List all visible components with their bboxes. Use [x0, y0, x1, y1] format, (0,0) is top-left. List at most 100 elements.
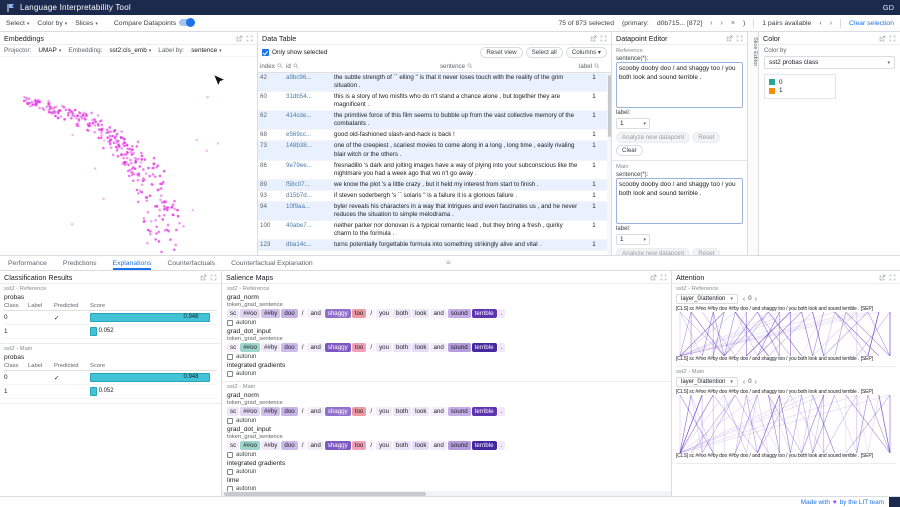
table-row[interactable]: 89 f58c07... we know the plot 's a littl…	[258, 180, 611, 191]
token-chip[interactable]: terrible	[472, 309, 497, 318]
reset-button[interactable]: Reset	[692, 132, 720, 143]
label-select[interactable]: 1▾	[616, 118, 650, 129]
prev-datapoint-icon[interactable]: ‹	[710, 20, 712, 27]
token-chip[interactable]: sound	[448, 309, 471, 318]
token-chip[interactable]: ##by	[261, 343, 280, 352]
drag-handle-icon[interactable]: ≡	[446, 258, 451, 267]
collapsed-module-tab[interactable]: Slice Editor	[748, 32, 759, 255]
scrollbar-thumb[interactable]	[608, 75, 611, 137]
maximize-icon[interactable]	[660, 274, 667, 281]
token-chip[interactable]: ##oo	[240, 441, 260, 450]
token-chip[interactable]: too	[352, 441, 367, 450]
next-pair-icon[interactable]: ›	[830, 20, 832, 27]
token-chip[interactable]: /	[299, 309, 307, 318]
token-chip[interactable]: look	[412, 343, 429, 352]
embedding-scatter-plot[interactable]	[0, 57, 257, 255]
token-chip[interactable]: and	[430, 407, 446, 416]
analyze-new-datapoint-button[interactable]: Analyze new datapoint	[616, 132, 690, 143]
maximize-icon[interactable]	[246, 35, 253, 42]
token-chip[interactable]: sound	[448, 407, 471, 416]
token-chip[interactable]: and	[307, 343, 323, 352]
primary-datapoint-id[interactable]: d0b715... [872]	[657, 20, 702, 27]
autorun-checkbox[interactable]: autorun	[227, 320, 666, 326]
token-chip[interactable]: doo	[281, 343, 297, 352]
token-chip[interactable]: both	[393, 309, 411, 318]
table-row[interactable]: 42 a9bc96... the subtle strength of `` e…	[258, 73, 611, 92]
token-chip[interactable]: ##by	[261, 407, 280, 416]
sentence-textarea[interactable]: scooby dooby doo / and shaggy too / you …	[616, 62, 743, 108]
token-chip[interactable]: doo	[281, 441, 297, 450]
token-chip[interactable]: shaggy	[325, 309, 351, 318]
token-chip[interactable]: and	[430, 309, 446, 318]
maximize-icon[interactable]	[736, 35, 743, 42]
table-row[interactable]: 93 d15b7d... if steven soderbergh 's `` …	[258, 191, 611, 202]
head-index-stepper[interactable]: ‹0›	[743, 296, 757, 303]
menu-color-by[interactable]: Color by▾	[37, 20, 67, 27]
token-chip[interactable]: .	[498, 309, 506, 318]
table-row[interactable]: 100 40abe7... neither parker nor donovan…	[258, 221, 611, 240]
token-chip[interactable]: /	[299, 407, 307, 416]
table-row[interactable]: 62 414cde... the primitive force of this…	[258, 111, 611, 130]
label-by-select[interactable]: sentence▾	[191, 47, 221, 54]
token-chip[interactable]: you	[376, 407, 392, 416]
prev-pair-icon[interactable]: ‹	[819, 20, 821, 27]
token-chip[interactable]: and	[307, 309, 323, 318]
columns-button[interactable]: Columns ▾	[566, 47, 607, 58]
autorun-checkbox[interactable]: autorun	[227, 452, 666, 458]
unpin-datapoint-icon[interactable]: ×	[731, 20, 735, 27]
label-select[interactable]: 1▾	[616, 234, 650, 245]
token-chip[interactable]: shaggy	[325, 343, 351, 352]
search-icon[interactable]	[293, 63, 299, 69]
token-chip[interactable]: you	[376, 343, 392, 352]
open-in-new-icon[interactable]	[879, 35, 886, 42]
token-chip[interactable]: /	[299, 343, 307, 352]
head-index-stepper[interactable]: ‹0›	[743, 379, 757, 386]
token-chip[interactable]: too	[352, 407, 367, 416]
open-in-new-icon[interactable]	[200, 274, 207, 281]
tab-performance[interactable]: Performance	[8, 256, 47, 270]
token-chip[interactable]: /	[367, 309, 375, 318]
vertical-scrollbar[interactable]	[607, 73, 611, 255]
reset-button[interactable]: Reset	[692, 248, 720, 255]
clear-button[interactable]: Clear	[616, 145, 643, 156]
user-initials[interactable]: GD	[883, 3, 894, 12]
autorun-checkbox[interactable]: autorun	[227, 469, 666, 475]
menu-select[interactable]: Select▾	[6, 20, 29, 27]
token-chip[interactable]: too	[352, 343, 367, 352]
token-chip[interactable]: both	[393, 407, 411, 416]
attention-lines[interactable]	[676, 312, 894, 356]
token-chip[interactable]: shaggy	[325, 441, 351, 450]
autorun-checkbox[interactable]: autorun	[227, 371, 666, 377]
only-show-selected-checkbox[interactable]: Only show selected	[262, 49, 327, 56]
token-chip[interactable]: look	[412, 309, 429, 318]
token-chip[interactable]: and	[307, 441, 323, 450]
column-header-label[interactable]: label	[579, 63, 609, 70]
column-header-id[interactable]: id	[286, 63, 334, 70]
token-chip[interactable]: ##by	[261, 441, 280, 450]
token-chip[interactable]: terrible	[472, 441, 497, 450]
token-chip[interactable]: sc	[227, 343, 239, 352]
compare-datapoints-toggle[interactable]: Compare Datapoints	[114, 19, 194, 27]
token-chip[interactable]: both	[393, 441, 411, 450]
token-chip[interactable]: sound	[448, 441, 471, 450]
token-chip[interactable]: look	[412, 407, 429, 416]
token-chip[interactable]: /	[299, 441, 307, 450]
open-in-new-icon[interactable]	[879, 274, 886, 281]
clear-selection-button[interactable]: Clear selection	[849, 20, 894, 27]
menu-slices[interactable]: Slices▾	[75, 20, 98, 27]
token-chip[interactable]: too	[352, 309, 367, 318]
search-icon[interactable]	[467, 63, 473, 69]
token-chip[interactable]: shaggy	[325, 407, 351, 416]
token-chip[interactable]: and	[430, 441, 446, 450]
table-row[interactable]: 94 10f9aa... byler reveals his character…	[258, 202, 611, 221]
token-chip[interactable]: you	[376, 441, 392, 450]
embedding-select[interactable]: sst2:cls_emb▾	[109, 47, 151, 54]
token-chip[interactable]: ##oo	[240, 407, 260, 416]
maximize-icon[interactable]	[889, 274, 896, 281]
next-datapoint-icon[interactable]: ›	[721, 20, 723, 27]
token-chip[interactable]: /	[367, 407, 375, 416]
token-chip[interactable]: sc	[227, 309, 239, 318]
token-chip[interactable]: /	[367, 343, 375, 352]
token-chip[interactable]: terrible	[472, 343, 497, 352]
token-chip[interactable]: you	[376, 309, 392, 318]
